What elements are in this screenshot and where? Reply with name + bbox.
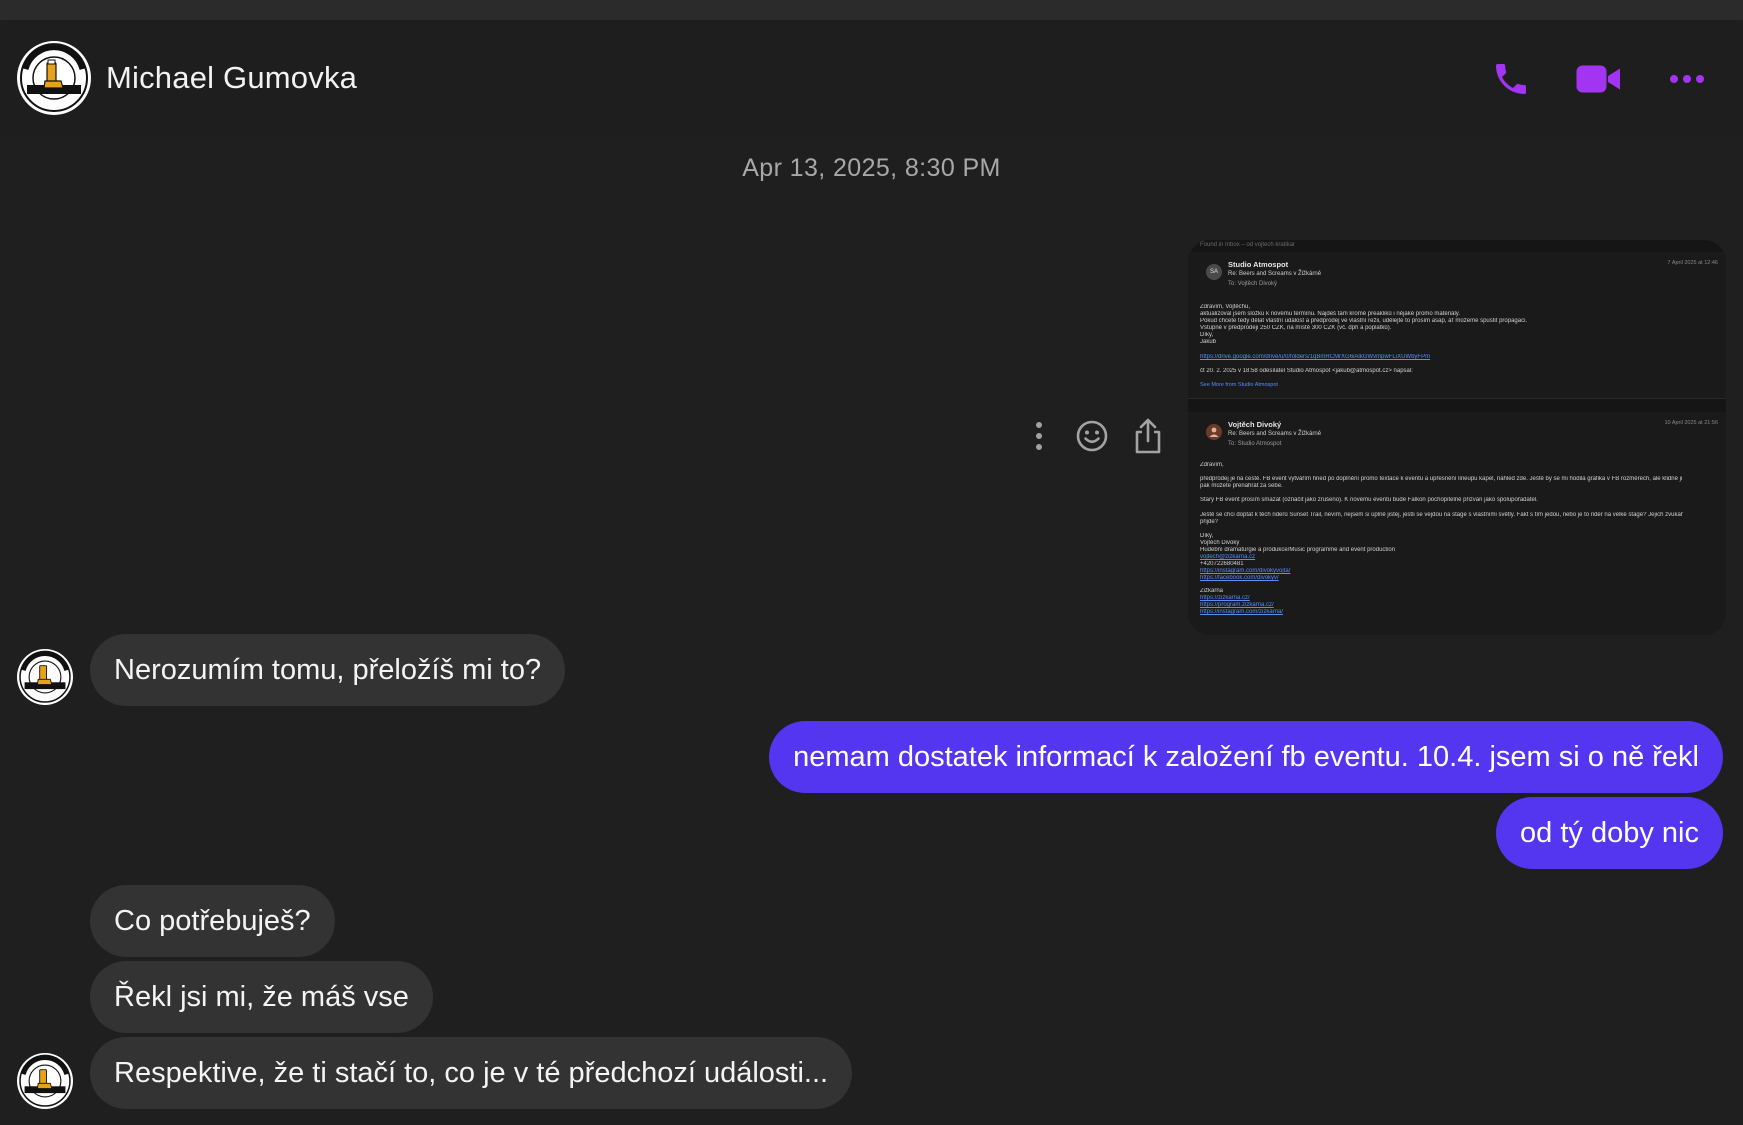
phone-icon [1496, 64, 1526, 94]
incoming-message[interactable]: Nerozumím tomu, přeložíš mi to? [90, 634, 566, 706]
chat-header: Michael Gumovka [0, 20, 1743, 134]
person-icon [1209, 427, 1219, 437]
image-attachment[interactable]: Found in Inbox – od vojtech kratikar SA … [1188, 240, 1726, 635]
email-card: Vojtěch Divoký Re: Beers and Screams v Ž… [1188, 412, 1726, 635]
contact-name[interactable]: Michael Gumovka [106, 60, 357, 96]
message-timestamp: Apr 13, 2025, 8:30 PM [742, 154, 1001, 182]
email-subject: Re: Beers and Screams v Žižkárně [1228, 431, 1322, 437]
window-top-strip [0, 0, 1743, 20]
email-subject: Re: Beers and Screams v Žižkárně [1228, 271, 1322, 277]
craft-beer-pub-logo-icon [17, 649, 73, 705]
email-sender-avatar: SA [1206, 264, 1222, 280]
email-recipient: To: Studio Atmospot [1228, 441, 1282, 447]
sender-avatar[interactable] [17, 649, 73, 705]
email-link: https://facebook.com/divokyv/ [1200, 575, 1279, 581]
email-link: https://drive.google.com/drive/u/0/folde… [1200, 354, 1431, 360]
email-sender: Vojtěch Divoký [1228, 420, 1282, 429]
video-camera-icon [1576, 65, 1620, 93]
email-card: SA Studio Atmospot Re: Beers and Screams… [1188, 252, 1726, 399]
more-actions-button[interactable] [1024, 411, 1054, 461]
chat-window: Michael Gumovka Apr 13, 2025, 8:30 PM Fo… [0, 20, 1743, 1125]
more-horizontal-icon [1670, 75, 1704, 83]
email-sender: Studio Atmospot [1228, 260, 1289, 269]
email-see-more: See More from Studio Atmospot [1200, 382, 1278, 388]
email-line: Starý FB event prosím smazat (označit ja… [1200, 497, 1538, 503]
email-line: Zdravím, [1200, 462, 1224, 468]
outgoing-message[interactable]: nemam dostatek informací k založení fb e… [769, 721, 1723, 793]
outgoing-message[interactable]: od tý doby nic [1496, 797, 1723, 869]
video-call-button[interactable] [1571, 54, 1627, 104]
email-sender-avatar [1206, 424, 1222, 440]
share-icon [1135, 418, 1161, 454]
share-button[interactable] [1126, 411, 1170, 461]
email-line: přijde? [1200, 519, 1219, 525]
contact-avatar[interactable] [17, 41, 91, 115]
email-date: 7 April 2025 at 12:46 [1667, 260, 1718, 266]
email-quote: čt 20. 2. 2025 v 18:58 odesílatel Studio… [1200, 368, 1413, 374]
more-vertical-icon [1036, 422, 1042, 450]
email-line: pak můžete přenahrát za sebe. [1200, 483, 1283, 489]
audio-call-button[interactable] [1483, 54, 1539, 104]
attachment-hint: Found in Inbox – od vojtech kratikar [1200, 242, 1296, 248]
email-link: https://instagram.com/zizkarna/ [1200, 609, 1284, 615]
sender-avatar[interactable] [17, 1053, 73, 1109]
react-button[interactable] [1070, 411, 1114, 461]
incoming-message[interactable]: Řekl jsi mi, že máš vse [90, 961, 433, 1033]
emoji-smile-icon [1076, 420, 1108, 452]
craft-beer-pub-logo-icon [18, 42, 90, 114]
craft-beer-pub-logo-icon [17, 1053, 73, 1109]
incoming-message[interactable]: Co potřebuješ? [90, 885, 335, 957]
email-date: 10 April 2025 at 21:56 [1664, 420, 1718, 426]
email-line: Jakub [1200, 339, 1217, 345]
incoming-message[interactable]: Respektive, že ti stačí to, co je v té p… [90, 1037, 853, 1109]
more-options-button[interactable] [1659, 54, 1715, 104]
message-actions [1014, 411, 1174, 461]
email-recipient: To: Vojtěch Divoký [1228, 281, 1278, 287]
